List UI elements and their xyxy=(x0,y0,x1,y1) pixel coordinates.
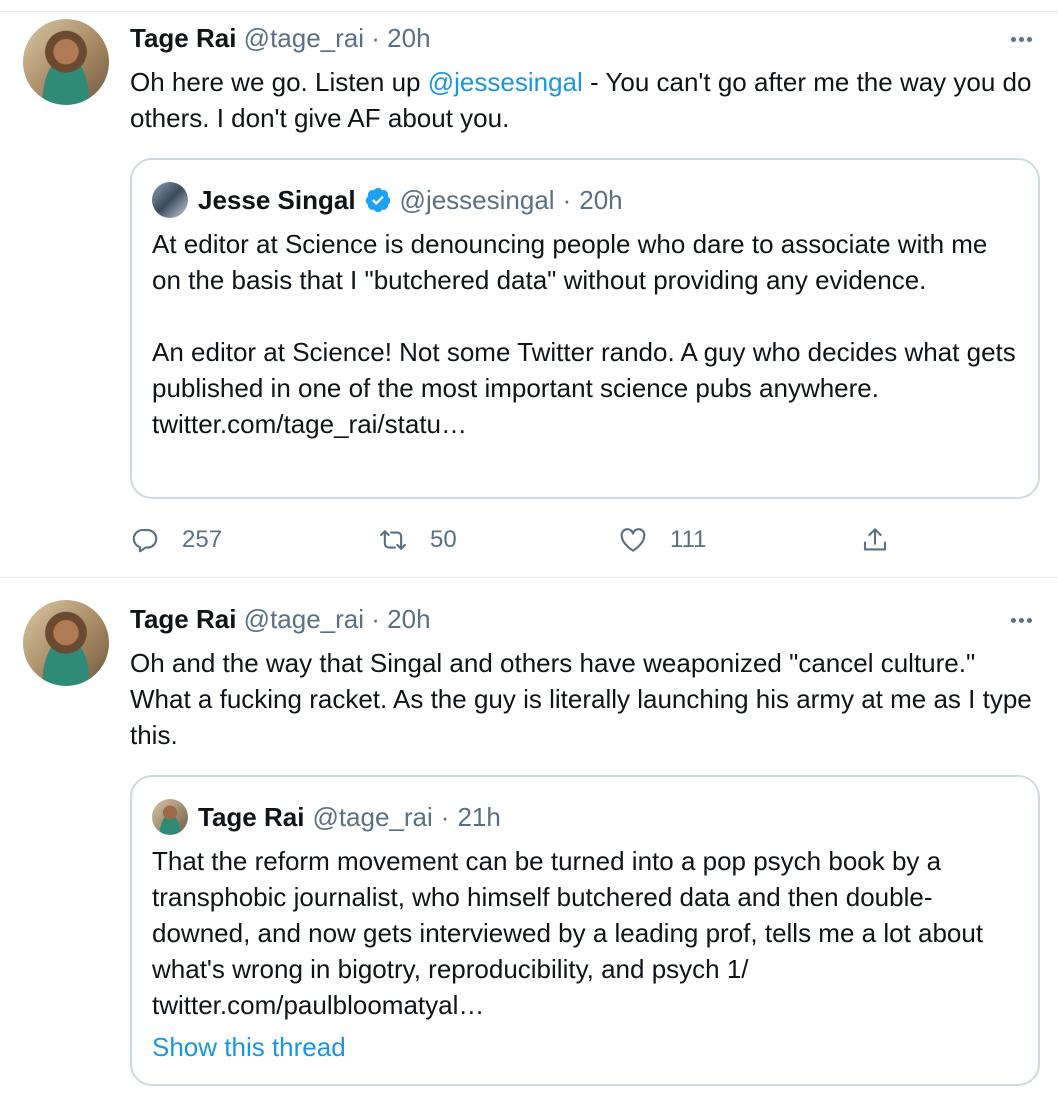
tweet-text: Oh here we go. Listen up @jessesingal - … xyxy=(130,64,1040,136)
quoted-tweet-text: That the reform movement can be turned i… xyxy=(152,843,1022,1023)
like-button[interactable]: 111 xyxy=(618,520,706,560)
separator-dot: · xyxy=(562,184,572,215)
retweet-button[interactable]: 50 xyxy=(378,520,457,560)
retweet-count: 50 xyxy=(430,526,457,553)
quoted-tweet-header: Jesse Singal @jessesingal · 20h xyxy=(152,180,623,220)
author-name[interactable]: Tage Rai xyxy=(130,604,236,634)
reply-count: 257 xyxy=(182,526,223,553)
quoted-tweet[interactable]: Jesse Singal @jessesingal · 20h At edito… xyxy=(130,158,1040,499)
quoted-avatar xyxy=(152,182,188,218)
like-count: 111 xyxy=(670,526,707,553)
quoted-tweet[interactable]: Tage Rai @tage_rai · 21h That the reform… xyxy=(130,775,1040,1086)
share-icon xyxy=(863,528,887,551)
quoted-timestamp: 21h xyxy=(457,801,501,832)
like-icon xyxy=(620,528,646,552)
timestamp[interactable]: 20h xyxy=(387,23,430,53)
timestamp[interactable]: 20h xyxy=(387,604,430,634)
retweet-icon xyxy=(380,530,406,550)
avatar[interactable] xyxy=(23,600,109,686)
show-thread-link[interactable]: Show this thread xyxy=(152,1029,346,1065)
quoted-tweet-header: Tage Rai @tage_rai · 21h xyxy=(152,797,501,837)
quoted-paragraph: An editor at Science! Not some Twitter r… xyxy=(152,337,1016,439)
quoted-timestamp: 20h xyxy=(579,184,623,215)
quoted-author-name: Jesse Singal xyxy=(198,184,356,215)
more-icon[interactable] xyxy=(1006,605,1036,635)
separator-dot: · xyxy=(440,801,450,832)
share-button[interactable] xyxy=(860,520,890,560)
more-icon[interactable] xyxy=(1006,24,1036,54)
mention-link[interactable]: @jessesingal xyxy=(428,67,583,97)
reply-button[interactable]: 257 xyxy=(130,520,222,560)
quoted-paragraph: That the reform movement can be turned i… xyxy=(152,846,984,1020)
quoted-author-handle: @tage_rai xyxy=(312,801,433,832)
avatar[interactable] xyxy=(23,19,109,105)
quoted-author-handle: @jessesingal xyxy=(399,184,555,215)
reply-icon xyxy=(132,528,158,553)
author-name[interactable]: Tage Rai xyxy=(130,23,236,53)
tweet-text: Oh and the way that Singal and others ha… xyxy=(130,648,1032,750)
quoted-paragraph: At editor at Science is denouncing peopl… xyxy=(152,229,988,295)
author-handle[interactable]: @tage_rai xyxy=(244,604,364,634)
tweet[interactable]: Tage Rai @tage_rai · 20h Oh and the way … xyxy=(0,578,1058,1094)
separator-dot: · xyxy=(371,23,380,53)
tweet-text-part: Oh here we go. Listen up xyxy=(130,67,428,97)
separator-dot: · xyxy=(371,604,380,634)
quoted-tweet-text: At editor at Science is denouncing peopl… xyxy=(152,226,1022,442)
tweet-header: Tage Rai @tage_rai · 20h xyxy=(130,602,431,636)
tweet[interactable]: Tage Rai @tage_rai · 20h Oh here we go. … xyxy=(0,0,1058,578)
tweet-actions: 257 50 111 xyxy=(130,520,1040,560)
author-handle[interactable]: @tage_rai xyxy=(244,23,364,53)
verified-badge-icon xyxy=(365,187,390,213)
tweet-header: Tage Rai @tage_rai · 20h xyxy=(130,21,431,55)
quoted-avatar xyxy=(152,799,188,835)
quoted-author-name: Tage Rai xyxy=(198,801,305,832)
